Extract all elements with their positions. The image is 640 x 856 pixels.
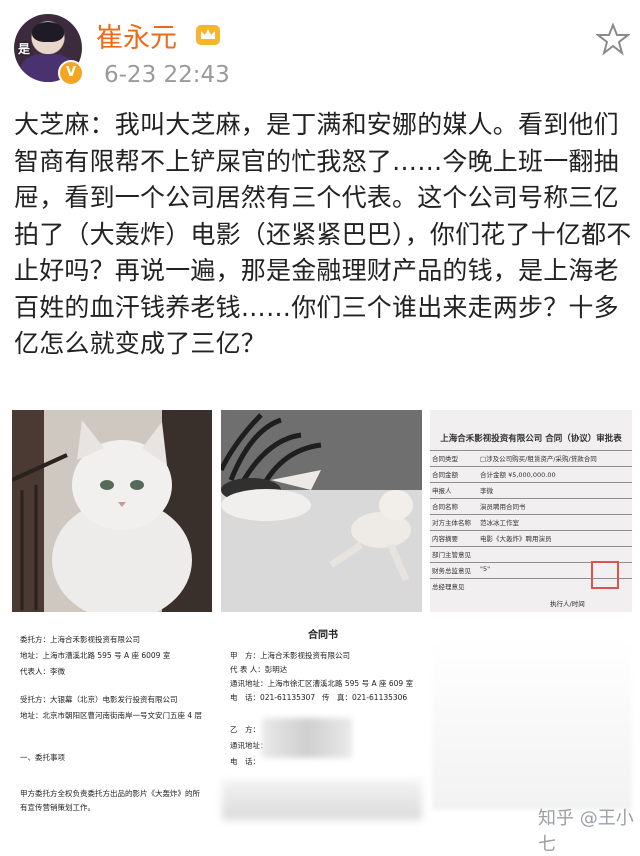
form-label: 财务总监意见 [432, 567, 471, 575]
form-row: 合同名称 演员聘用合同书 [430, 498, 632, 513]
form-row: 合同金额 合计金额 ¥5,000,000.00 [430, 466, 632, 481]
doc-line: 通讯地址：上海市徐汇区漕溪北路 595 号 A 座 609 室 [230, 679, 414, 688]
form-value: 演员聘用合同书 [480, 503, 526, 511]
cat-photo-1[interactable] [12, 410, 212, 612]
doc-line: 甲方委托方全权负责委托方出品的影片《大轰炸》的所 [20, 789, 200, 798]
blurred-area [222, 780, 422, 820]
form-label: 合同类型 [432, 455, 458, 463]
form-label: 申报人 [432, 487, 452, 495]
username[interactable]: 崔永元 [96, 16, 177, 55]
verified-badge-icon: V [58, 60, 84, 86]
doc-line: 有宣传营销策划工作。 [20, 803, 95, 812]
form-row: 合同类型 □涉及公司购买/租赁资产/采购/贷款合同 [430, 450, 632, 465]
image-grid: 上海合禾影视投资有限公司 合同（协议）审批表 合同类型 □涉及公司购买/租赁资产/… [12, 410, 632, 612]
doc-line: 地址：上海市漕溪北路 595 号 A 座 6009 室 [20, 651, 171, 660]
approval-form-image[interactable]: 上海合禾影视投资有限公司 合同（协议）审批表 合同类型 □涉及公司购买/租赁资产/… [430, 410, 632, 612]
contract-left-image[interactable]: 委托方：上海合禾影视投资有限公司 地址：上海市漕溪北路 595 号 A 座 60… [12, 620, 212, 820]
crown-icon [196, 25, 220, 45]
form-footer: 执行人/时间 [550, 600, 585, 608]
form-value: "5" [480, 565, 491, 573]
form-label: 总经理意见 [432, 583, 465, 591]
form-value: 范冰冰工作室 [480, 519, 519, 527]
form-title: 上海合禾影视投资有限公司 合同（协议）审批表 [440, 434, 622, 444]
avatar-text: 是 [18, 42, 31, 56]
form-value: 电影《大轰炸》聘用演员 [480, 535, 552, 543]
doc-line: 地址：北京市朝阳区曹河南街南岸一号文安门五座 4 层 [20, 711, 203, 720]
form-label: 部门主管意见 [432, 551, 471, 559]
watermark: 知乎 @王小七 [538, 808, 634, 855]
star-icon[interactable] [596, 22, 630, 56]
form-label: 内容摘要 [432, 535, 458, 543]
doc-line: 甲 方：上海合禾影视投资有限公司 [230, 651, 350, 660]
doc-line: 一、委托事项 [20, 753, 65, 762]
form-row: 部门主管意见 [430, 546, 632, 561]
doc-line: 传 真：021-61135306 [322, 693, 408, 702]
contract-right-image[interactable]: 合同书 甲 方：上海合禾影视投资有限公司 代 表 人：彭明达 通讯地址：上海市徐… [222, 620, 422, 820]
doc-line: 代 表 人：彭明达 [230, 665, 288, 674]
form-row: 申报人 李微 [430, 482, 632, 497]
doc-line: 委托方：上海合禾影视投资有限公司 [20, 635, 140, 644]
doc-line: 受托方：大银幕（北京）电影发行投资有限公司 [20, 695, 178, 704]
form-row: 对方主体名称 范冰冰工作室 [430, 514, 632, 529]
form-label: 对方主体名称 [432, 519, 471, 527]
form-label: 合同名称 [432, 503, 458, 511]
red-stamp [591, 561, 619, 589]
doc-line: 乙 方： [230, 725, 260, 734]
form-label: 合同金额 [432, 471, 458, 479]
post-timestamp[interactable]: 6-23 22:43 [104, 62, 230, 88]
contract-title: 合同书 [308, 630, 338, 641]
doc-line: 电 话： [230, 757, 260, 766]
post-text: 大芝麻：我叫大芝麻，是丁满和安娜的媒人。看到他们智商有限帮不上铲屎官的忙我怒了…… [14, 110, 632, 358]
blur-overlay [432, 640, 632, 810]
doc-line: 电 话：021-61135307 [230, 693, 316, 702]
form-value: 李微 [480, 487, 493, 495]
blurred-area [262, 718, 352, 758]
doc-line: 代表人：李微 [20, 667, 65, 676]
form-value: □涉及公司购买/租赁资产/采购/贷款合同 [480, 455, 597, 463]
form-value: 合计金额 ¥5,000,000.00 [480, 471, 556, 479]
cat-photo-2[interactable] [221, 410, 422, 612]
form-row: 内容摘要 电影《大轰炸》聘用演员 [430, 530, 632, 545]
